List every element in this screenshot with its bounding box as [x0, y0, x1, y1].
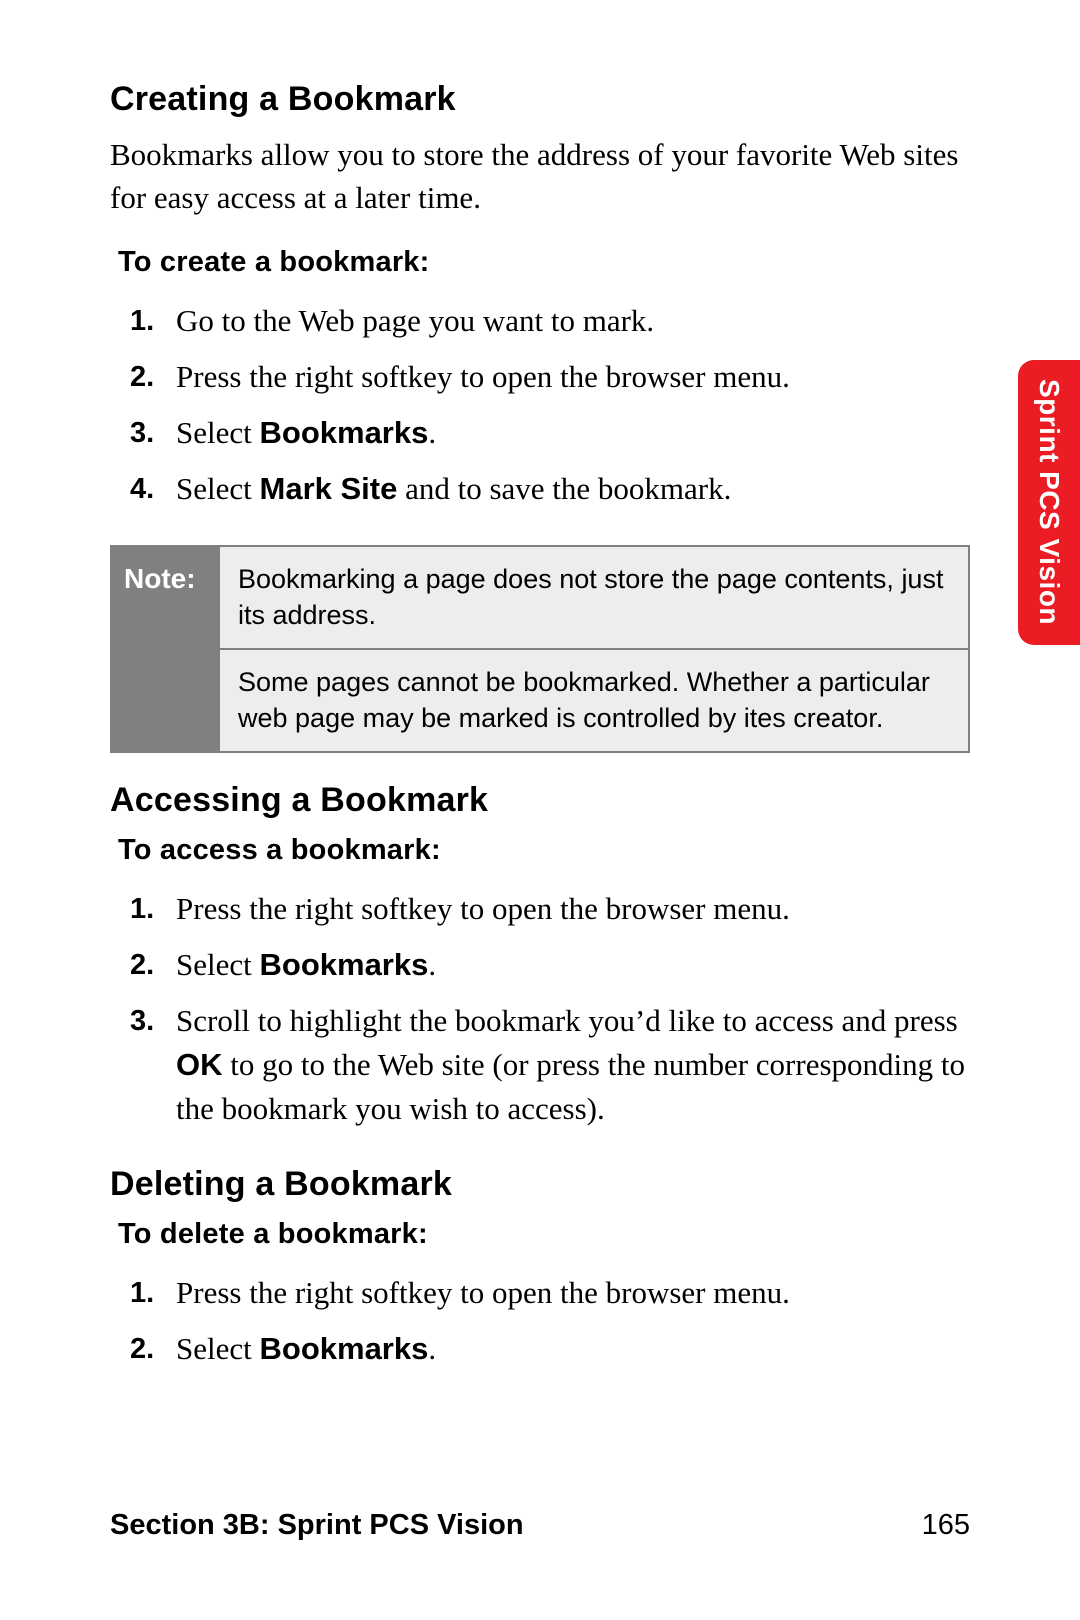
section-side-tab: Sprint PCS Vision	[1018, 360, 1080, 645]
steps-access-bookmark: Press the right softkey to open the brow…	[110, 881, 970, 1137]
page-footer: Section 3B: Sprint PCS Vision 165	[110, 1509, 970, 1542]
ui-bookmarks: Bookmarks	[260, 1331, 429, 1366]
step-item: Go to the Web page you want to mark.	[166, 293, 970, 349]
manual-page: Sprint PCS Vision Creating a Bookmark Bo…	[0, 0, 1080, 1620]
step-item: Select Mark Site and to save the bookmar…	[166, 461, 970, 517]
footer-section: Section 3B: Sprint PCS Vision	[110, 1509, 524, 1542]
step-item: Press the right softkey to open the brow…	[166, 349, 970, 405]
step-item: Select Bookmarks.	[166, 937, 970, 993]
steps-delete-bookmark: Press the right softkey to open the brow…	[110, 1265, 970, 1377]
lead-access-bookmark: To access a bookmark:	[118, 834, 970, 867]
ui-bookmarks: Bookmarks	[260, 415, 429, 450]
lead-delete-bookmark: To delete a bookmark:	[118, 1218, 970, 1251]
heading-accessing-bookmark: Accessing a Bookmark	[110, 781, 970, 820]
note-row: Some pages cannot be bookmarked. Whether…	[220, 650, 970, 753]
step-item: Scroll to highlight the bookmark you’d l…	[166, 993, 970, 1137]
ui-mark-site: Mark Site	[260, 471, 398, 506]
step-item: Select Bookmarks.	[166, 1321, 970, 1377]
note-box: Note: Bookmarking a page does not store …	[110, 545, 970, 753]
intro-paragraph: Bookmarks allow you to store the address…	[110, 133, 970, 220]
footer-page-number: 165	[922, 1509, 970, 1542]
step-item: Press the right softkey to open the brow…	[166, 881, 970, 937]
steps-create-bookmark: Go to the Web page you want to mark. Pre…	[110, 293, 970, 517]
note-label: Note:	[110, 545, 220, 753]
heading-deleting-bookmark: Deleting a Bookmark	[110, 1165, 970, 1204]
ui-ok: OK	[176, 1047, 223, 1082]
heading-creating-bookmark: Creating a Bookmark	[110, 80, 970, 119]
ui-bookmarks: Bookmarks	[260, 947, 429, 982]
note-row: Bookmarking a page does not store the pa…	[220, 545, 970, 650]
note-body: Bookmarking a page does not store the pa…	[220, 545, 970, 753]
side-tab-label: Sprint PCS Vision	[1033, 379, 1065, 625]
step-item: Press the right softkey to open the brow…	[166, 1265, 970, 1321]
lead-create-bookmark: To create a bookmark:	[118, 246, 970, 279]
step-item: Select Bookmarks.	[166, 405, 970, 461]
